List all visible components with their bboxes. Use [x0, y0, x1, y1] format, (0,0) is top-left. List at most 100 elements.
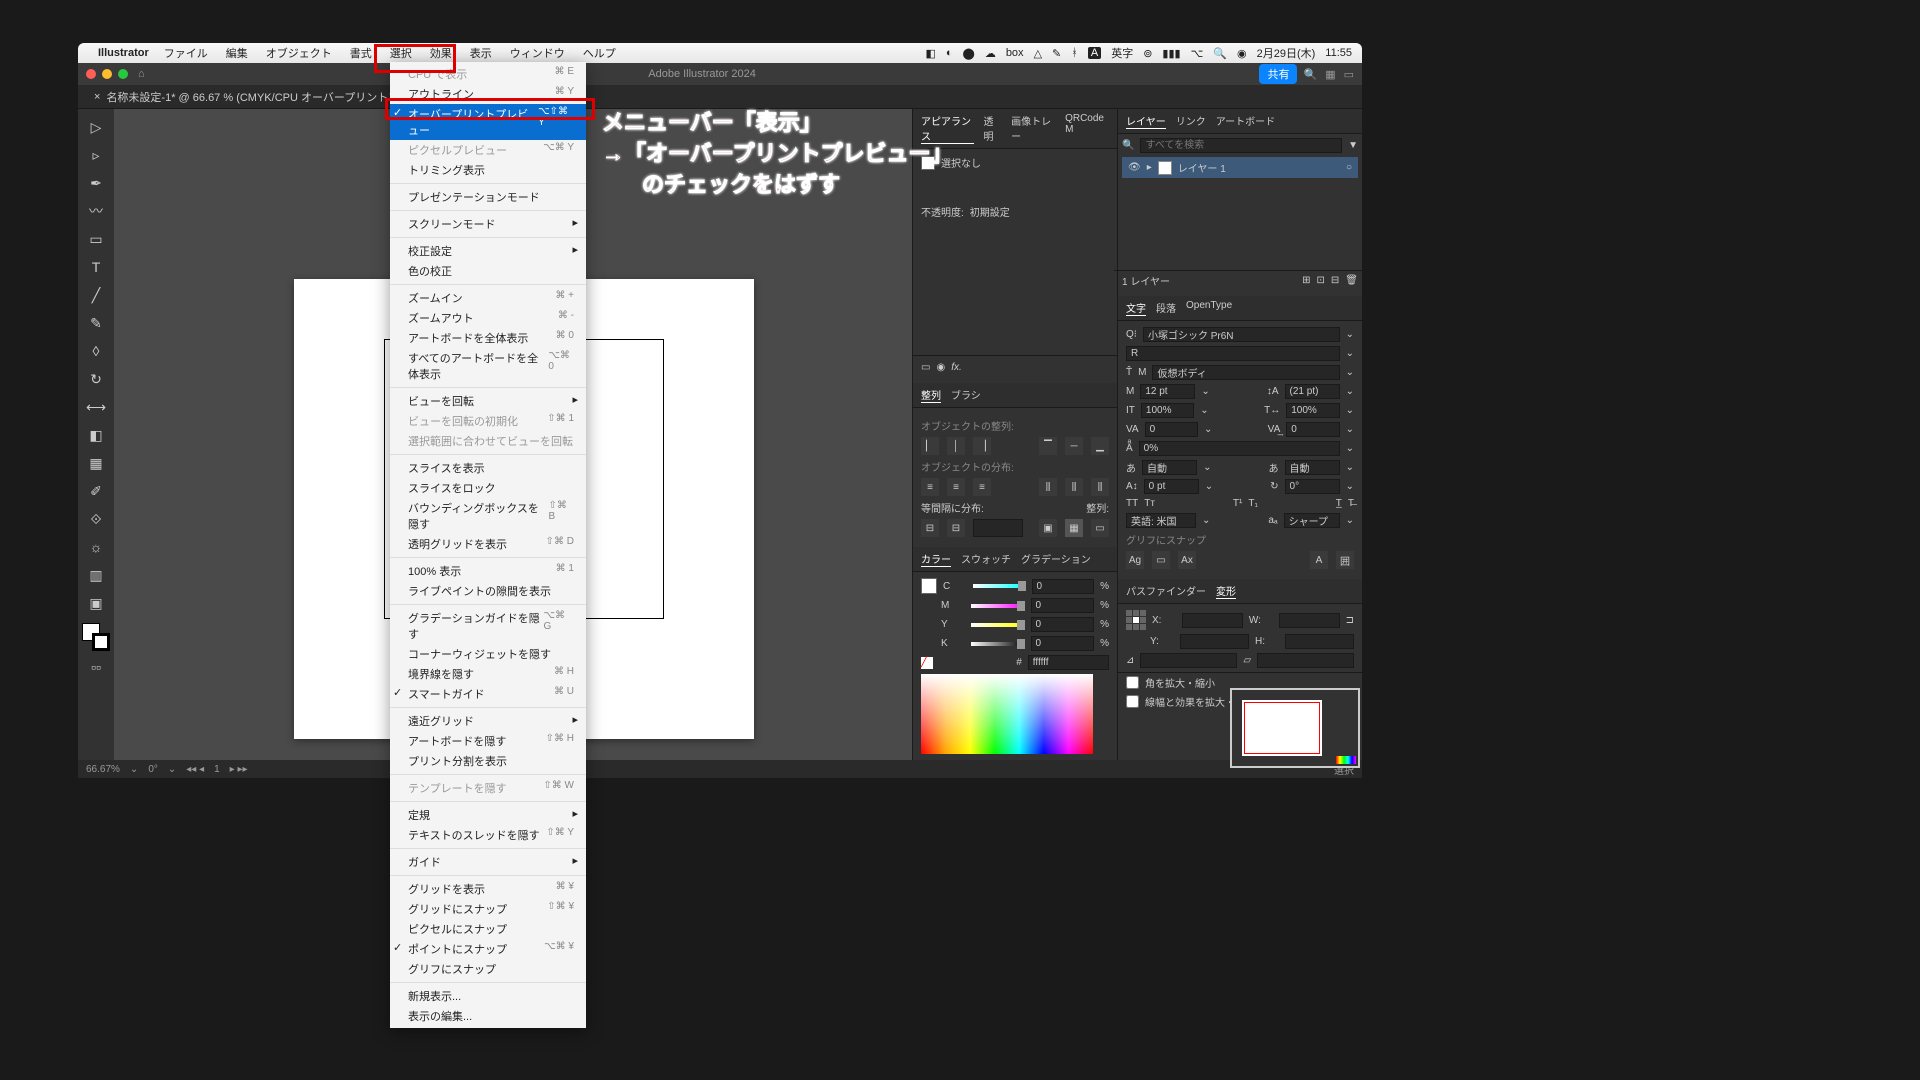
- close-button[interactable]: [86, 69, 96, 79]
- c-value[interactable]: [1032, 579, 1095, 594]
- dist-top[interactable]: ≡: [921, 478, 939, 496]
- tab-align[interactable]: 整列: [921, 387, 941, 403]
- kerning[interactable]: [1145, 422, 1198, 437]
- dist-bottom[interactable]: ≡: [973, 478, 991, 496]
- dist-vcenter[interactable]: ≡: [947, 478, 965, 496]
- dropdown-icon[interactable]: ⌄: [1346, 405, 1354, 416]
- bluetooth-icon[interactable]: ᚼ: [1071, 47, 1078, 59]
- siri-icon[interactable]: ◉: [1237, 47, 1247, 60]
- align-to-selection[interactable]: ▣: [1039, 519, 1057, 537]
- menu-item[interactable]: 新規表示...: [390, 986, 586, 1006]
- menu-item[interactable]: バウンディングボックスを隠す⇧⌘ B: [390, 498, 586, 534]
- y-value[interactable]: [1031, 617, 1095, 632]
- menu-item[interactable]: 定規: [390, 805, 586, 825]
- dropdown-icon[interactable]: ⌄: [1205, 481, 1213, 492]
- baseline-shift[interactable]: [1144, 479, 1199, 494]
- wifi-icon[interactable]: ⊚: [1143, 47, 1152, 60]
- ref-point[interactable]: [1126, 610, 1146, 630]
- menu-item[interactable]: 境界線を隠す⌘ H: [390, 664, 586, 684]
- artboard-nav[interactable]: ◂◂ ◂: [186, 764, 204, 775]
- opacity-value[interactable]: 初期設定: [970, 204, 1010, 219]
- leading[interactable]: [1285, 384, 1340, 399]
- width-tool[interactable]: ⟷: [84, 395, 108, 419]
- font-style[interactable]: [1126, 346, 1340, 361]
- menu-item[interactable]: 100% 表示⌘ 1: [390, 561, 586, 581]
- filter-icon[interactable]: ▼: [1348, 140, 1358, 151]
- dist-vspace[interactable]: ⊟: [921, 519, 939, 537]
- symbol-tool[interactable]: ☼: [84, 535, 108, 559]
- menu-item[interactable]: アートボードを隠す⇧⌘ H: [390, 731, 586, 751]
- eyedropper-tool[interactable]: ✐: [84, 479, 108, 503]
- fx-icon[interactable]: fx.: [951, 362, 962, 373]
- dropdown-icon[interactable]: ⌄: [1202, 515, 1210, 526]
- aki[interactable]: [1285, 460, 1340, 475]
- tab-brushes[interactable]: ブラシ: [951, 387, 981, 403]
- tab-transform[interactable]: 変形: [1216, 583, 1236, 599]
- shaper-tool[interactable]: ◊: [84, 339, 108, 363]
- chevron-icon[interactable]: ▸: [1147, 162, 1152, 173]
- menu-file[interactable]: ファイル: [161, 43, 211, 63]
- fx-icon[interactable]: ◉: [936, 362, 945, 373]
- layer-row[interactable]: 👁 ▸ レイヤー 1 ○: [1122, 157, 1358, 178]
- menu-window[interactable]: ウィンドウ: [507, 43, 568, 63]
- font-size[interactable]: [1140, 384, 1195, 399]
- menu-item[interactable]: スマートガイド⌘ U: [390, 684, 586, 704]
- tray-icon[interactable]: ◧: [925, 47, 935, 60]
- ime-badge[interactable]: A: [1088, 47, 1101, 59]
- tab-pathfinder[interactable]: パスファインダー: [1126, 583, 1206, 599]
- dropdown-icon[interactable]: ⌄: [130, 764, 138, 775]
- align-bottom[interactable]: ▁: [1091, 437, 1109, 455]
- color-spectrum[interactable]: [921, 674, 1093, 754]
- glyph-btn[interactable]: A: [1310, 551, 1328, 569]
- dropdown-icon[interactable]: ⌄: [168, 764, 176, 775]
- none-swatch[interactable]: ╱: [921, 657, 933, 669]
- gradient-tool[interactable]: ▦: [84, 451, 108, 475]
- layer-btn[interactable]: ⊡: [1317, 275, 1325, 286]
- arrange-icon[interactable]: ▦: [1325, 68, 1335, 81]
- tab-color[interactable]: カラー: [921, 551, 951, 567]
- menu-type[interactable]: 書式: [347, 43, 375, 63]
- glyph-btn[interactable]: Ax: [1178, 551, 1196, 569]
- tab-qr[interactable]: QRCode M: [1065, 113, 1109, 144]
- app-name[interactable]: Illustrator: [98, 47, 149, 59]
- date[interactable]: 2月29日(木): [1257, 45, 1316, 61]
- line-tool[interactable]: ╱: [84, 283, 108, 307]
- subscript-icon[interactable]: T₁: [1248, 498, 1257, 509]
- maximize-button[interactable]: [118, 69, 128, 79]
- dropdown-icon[interactable]: ⌄: [1346, 481, 1354, 492]
- tab-links[interactable]: リンク: [1176, 113, 1206, 129]
- navigator-preview[interactable]: [1242, 700, 1322, 756]
- fill-stroke-indicator[interactable]: [82, 623, 110, 651]
- hscale[interactable]: [1286, 403, 1339, 418]
- tab-opentype[interactable]: OpenType: [1186, 300, 1232, 316]
- k-slider[interactable]: [971, 642, 1025, 646]
- glyph-btn[interactable]: Ag: [1126, 551, 1144, 569]
- artboard-num[interactable]: 1: [214, 764, 220, 775]
- menu-item[interactable]: トリミング表示: [390, 160, 586, 180]
- layer-btn[interactable]: ⊞: [1302, 275, 1310, 286]
- tab-character[interactable]: 文字: [1126, 300, 1146, 316]
- minimize-button[interactable]: [102, 69, 112, 79]
- align-top[interactable]: ▔: [1039, 437, 1057, 455]
- tab-artboards[interactable]: アートボード: [1216, 113, 1275, 129]
- layer-btn[interactable]: 🗑: [1345, 275, 1358, 286]
- pen-tool[interactable]: ✒: [84, 171, 108, 195]
- dropdown-icon[interactable]: ⌄: [1201, 386, 1209, 397]
- menu-view[interactable]: 表示: [467, 43, 495, 63]
- menu-item[interactable]: プリント分割を表示: [390, 751, 586, 771]
- layer-name[interactable]: レイヤー 1: [1178, 160, 1226, 175]
- link-icon[interactable]: ⊐: [1346, 615, 1354, 626]
- dropdown-icon[interactable]: ⌄: [1346, 348, 1354, 359]
- menu-item[interactable]: ズームアウト⌘ -: [390, 308, 586, 328]
- menu-item[interactable]: グリフにスナップ: [390, 959, 586, 979]
- x-input[interactable]: [1182, 613, 1243, 628]
- embox[interactable]: [1152, 365, 1339, 380]
- dropdown-icon[interactable]: ⌄: [1200, 405, 1208, 416]
- battery-icon[interactable]: ▮▮▮: [1162, 47, 1180, 60]
- m-value[interactable]: [1031, 598, 1095, 613]
- dist-hcenter[interactable]: ⫼: [1065, 478, 1083, 496]
- dropdown-icon[interactable]: ⌄: [1204, 424, 1212, 435]
- menu-item[interactable]: ガイド: [390, 852, 586, 872]
- strikethrough-icon[interactable]: T̶: [1348, 498, 1354, 509]
- align-hcenter[interactable]: │: [947, 437, 965, 455]
